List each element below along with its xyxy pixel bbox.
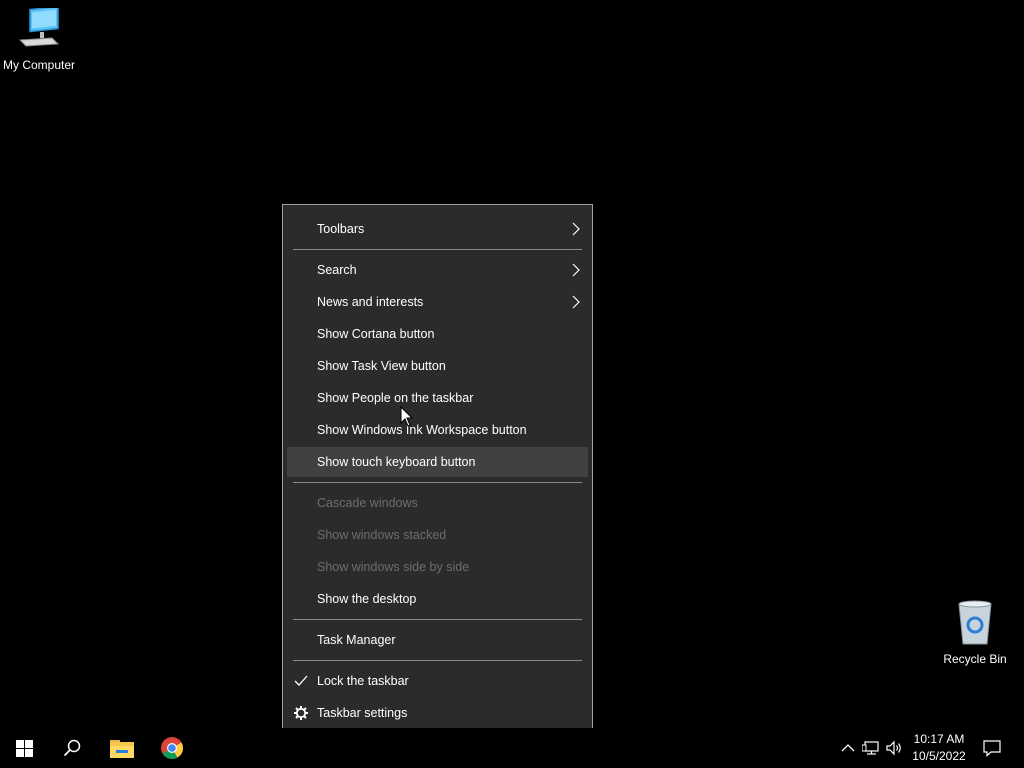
chevron-right-icon — [572, 263, 580, 280]
recycle-bin-label: Recycle Bin — [943, 652, 1007, 666]
menu-item-show-ink-workspace[interactable]: Show Windows Ink Workspace button — [287, 415, 588, 445]
menu-item-label: Show touch keyboard button — [317, 455, 476, 469]
menu-item-show-touch-keyboard[interactable]: Show touch keyboard button — [287, 447, 588, 477]
network-icon[interactable] — [862, 738, 882, 758]
clock-date: 10/5/2022 — [912, 749, 966, 763]
menu-item-label: Cascade windows — [317, 496, 418, 510]
menu-item-search[interactable]: Search — [287, 255, 588, 285]
menu-item-show-windows-side-by-side: Show windows side by side — [287, 552, 588, 582]
menu-item-task-manager[interactable]: Task Manager — [287, 625, 588, 655]
menu-item-show-task-view[interactable]: Show Task View button — [287, 351, 588, 381]
menu-item-label: Lock the taskbar — [317, 674, 409, 688]
taskbar: 10:17 AM 10/5/2022 — [0, 728, 1024, 768]
menu-item-news-and-interests[interactable]: News and interests — [287, 287, 588, 317]
menu-item-label: Show Windows Ink Workspace button — [317, 423, 527, 437]
checkmark-icon — [293, 673, 309, 689]
menu-item-show-cortana[interactable]: Show Cortana button — [287, 319, 588, 349]
menu-item-toolbars[interactable]: Toolbars — [287, 214, 588, 244]
recycle-bin-icon[interactable]: Recycle Bin — [940, 600, 1010, 666]
chevron-up-icon[interactable] — [838, 738, 858, 758]
menu-item-label: Toolbars — [317, 222, 365, 236]
menu-separator — [293, 482, 582, 483]
gear-icon — [293, 705, 309, 721]
chevron-right-icon — [572, 222, 580, 239]
taskbar-context-menu: Toolbars Search News and interests Show … — [282, 204, 593, 737]
menu-item-label: Search — [317, 263, 357, 277]
notification-icon[interactable] — [982, 738, 1002, 758]
file-explorer-button[interactable] — [98, 728, 146, 768]
mouse-cursor-icon — [400, 406, 414, 427]
menu-item-show-desktop[interactable]: Show the desktop — [287, 584, 588, 614]
clock-time: 10:17 AM — [913, 732, 965, 746]
menu-item-label: Taskbar settings — [317, 706, 408, 720]
menu-item-cascade-windows: Cascade windows — [287, 488, 588, 518]
menu-item-show-people[interactable]: Show People on the taskbar — [287, 383, 588, 413]
trash-icon — [958, 600, 992, 645]
computer-icon — [18, 5, 60, 47]
folder-icon — [110, 740, 134, 758]
menu-item-label: Show windows side by side — [317, 560, 470, 574]
menu-item-label: Show windows stacked — [317, 528, 447, 542]
menu-item-show-windows-stacked: Show windows stacked — [287, 520, 588, 550]
my-computer-icon[interactable]: My Computer — [0, 5, 78, 72]
menu-item-lock-taskbar[interactable]: Lock the taskbar — [287, 666, 588, 696]
menu-item-label: Show Cortana button — [317, 327, 435, 341]
chrome-icon — [161, 737, 183, 759]
search-icon — [63, 739, 81, 757]
menu-item-label: Show the desktop — [317, 592, 417, 606]
start-button[interactable] — [0, 728, 48, 768]
menu-item-label: Show Task View button — [317, 359, 446, 373]
taskbar-clock[interactable]: 10:17 AM 10/5/2022 — [906, 731, 972, 765]
menu-item-label: Task Manager — [317, 633, 396, 647]
chevron-right-icon — [572, 295, 580, 312]
menu-item-taskbar-settings[interactable]: Taskbar settings — [287, 698, 588, 728]
search-button[interactable] — [48, 728, 96, 768]
menu-separator — [293, 660, 582, 661]
menu-item-label: News and interests — [317, 295, 424, 309]
chrome-button[interactable] — [148, 728, 196, 768]
volume-icon[interactable] — [884, 738, 904, 758]
menu-item-label: Show People on the taskbar — [317, 391, 474, 405]
menu-separator — [293, 249, 582, 250]
menu-separator — [293, 619, 582, 620]
my-computer-label: My Computer — [2, 58, 76, 72]
windows-logo-icon — [15, 739, 33, 757]
